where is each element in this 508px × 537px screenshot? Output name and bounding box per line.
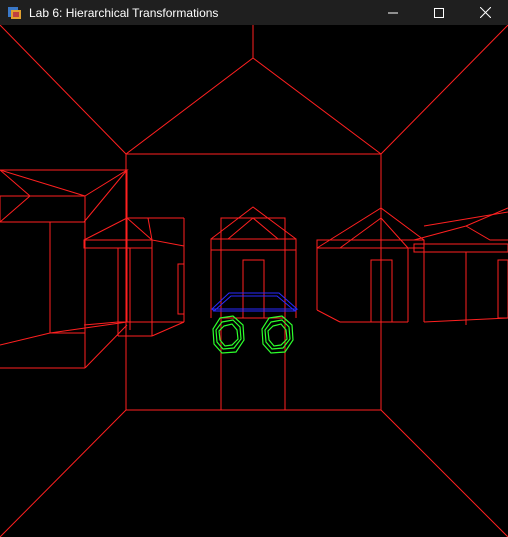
opengl-viewport[interactable] — [0, 25, 508, 537]
minimize-icon — [388, 12, 398, 13]
building-left-mid — [83, 217, 185, 337]
building-right-mid — [316, 207, 425, 323]
minimize-button[interactable] — [370, 0, 416, 25]
wireframe-scene — [0, 25, 508, 537]
street-perspective — [0, 25, 508, 537]
maximize-button[interactable] — [416, 0, 462, 25]
title-bar[interactable]: Lab 6: Hierarchical Transformations — [0, 0, 508, 25]
car-body — [210, 292, 299, 312]
maximize-icon — [434, 7, 444, 18]
car-wheels — [212, 315, 294, 354]
close-button[interactable] — [462, 0, 508, 25]
close-icon — [479, 7, 491, 18]
building-left-near — [0, 169, 129, 369]
app-window-icon — [7, 5, 23, 21]
window-title: Lab 6: Hierarchical Transformations — [29, 5, 219, 20]
building-right-far — [413, 207, 508, 325]
